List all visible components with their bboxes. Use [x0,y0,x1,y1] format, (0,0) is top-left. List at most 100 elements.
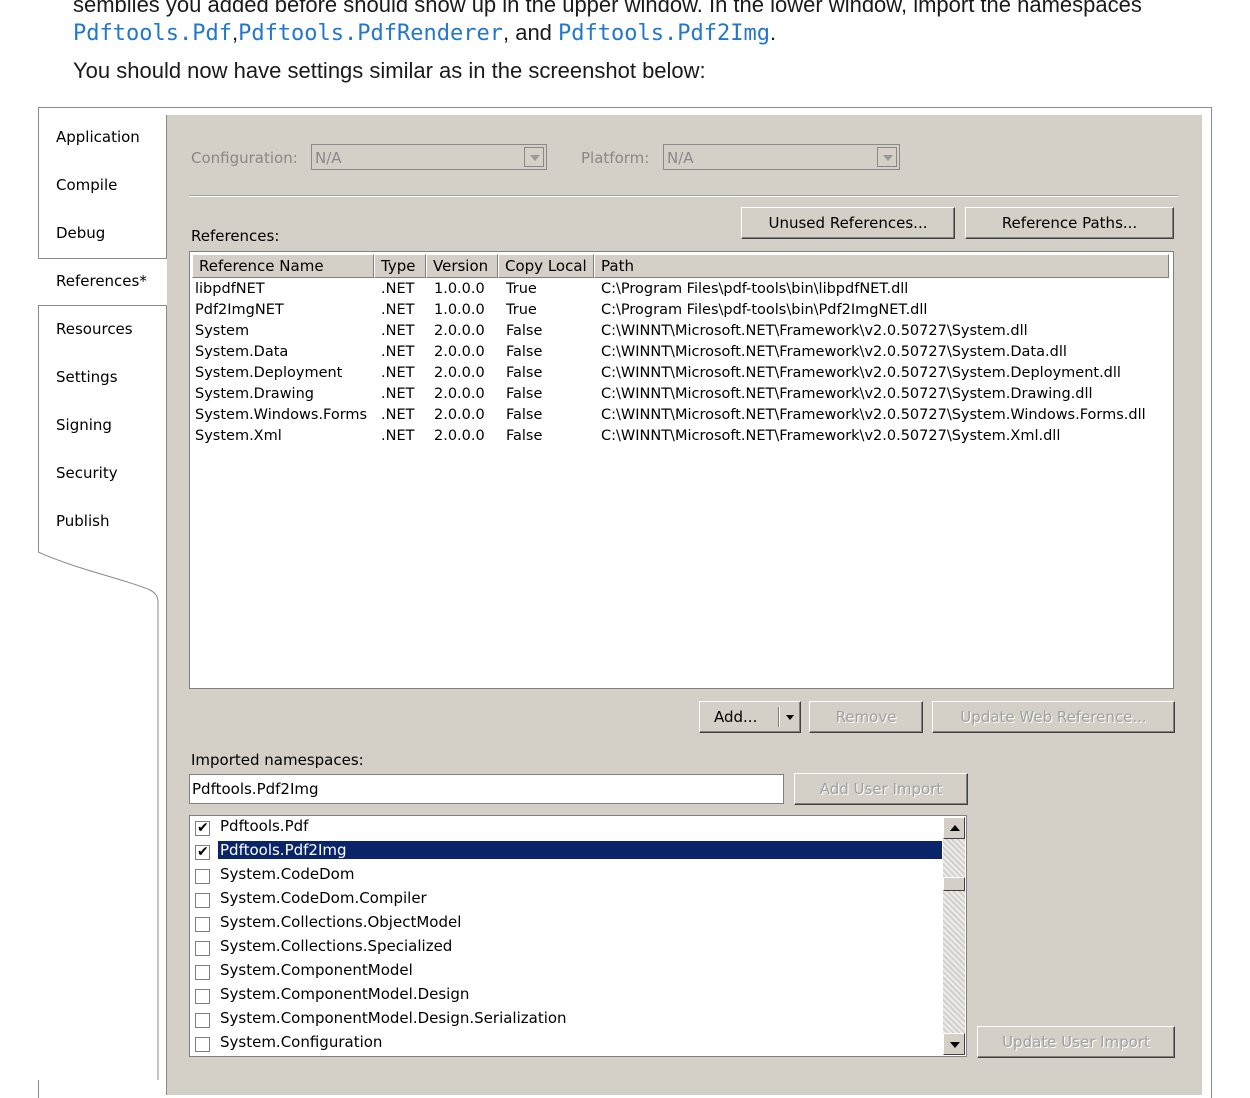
chevron-down-icon[interactable] [786,715,794,720]
namespace-checkbox[interactable]: ✔ [195,820,210,836]
configuration-combo[interactable]: N/A [311,144,547,170]
ref-type-cell: .NET [381,386,415,402]
table-row[interactable]: System.Data .NET 2.0.0.0 False C:\WINNT\Micr… [190,344,1170,365]
namespace-checkbox[interactable] [195,989,210,1004]
ref-path-cell: C:\WINNT\Microsoft.NET\Framework\v2.0.50… [601,407,1146,423]
list-item[interactable]: System.Collections.ObjectModel [192,912,942,936]
tab-security[interactable]: Security [56,464,118,482]
unused-references-button[interactable]: Unused References... [741,207,955,239]
ref-path-cell: C:\Program Files\pdf-tools\bin\Pdf2ImgNE… [601,302,928,318]
tab-resources[interactable]: Resources [56,320,133,338]
imported-namespaces-list[interactable]: ✔ Pdftools.Pdf ✔ Pdftools.Pdf2Img System.Cod… [189,815,967,1057]
doc-and: , and [502,20,552,45]
vertical-scrollbar[interactable] [943,817,965,1055]
list-item[interactable]: System.ComponentModel.Design.Serializati… [192,1008,942,1032]
column-copy-local[interactable]: Copy Local [498,254,594,278]
split-divider [778,707,780,727]
ref-type-cell: .NET [381,323,415,339]
ref-path-cell: C:\WINNT\Microsoft.NET\Framework\v2.0.50… [601,323,1028,339]
table-row[interactable]: System.Drawing .NET 2.0.0.0 False C:\WINNT\M… [190,386,1170,407]
platform-value: N/A [667,149,694,167]
namespace-checkbox[interactable] [195,1013,210,1028]
doc-line-3: You should now have settings similar as … [73,58,706,83]
namespace-label: System.Collections.Specialized [220,937,453,955]
table-row[interactable]: System.Xml .NET 2.0.0.0 False C:\WINNT\Micro… [190,428,1170,449]
ref-copylocal-cell: False [506,407,543,423]
namespace-checkbox[interactable] [195,893,210,908]
column-path[interactable]: Path [594,254,1169,278]
namespace-checkbox[interactable] [195,965,210,980]
ref-copylocal-cell: False [506,344,543,360]
namespace-checkbox[interactable] [195,941,210,956]
ref-version-cell: 2.0.0.0 [434,365,485,381]
namespace-label: System.ComponentModel.Design [220,985,470,1003]
table-row[interactable]: Pdf2ImgNET .NET 1.0.0.0 True C:\Program File… [190,302,1170,323]
tab-settings[interactable]: Settings [56,368,118,386]
remove-button[interactable]: Remove [809,701,923,733]
scroll-down-button[interactable] [943,1033,965,1055]
tab-compile[interactable]: Compile [56,176,117,194]
tab-application[interactable]: Application [56,128,140,146]
ref-name-cell: Pdf2ImgNET [195,302,284,318]
update-web-reference-button[interactable]: Update Web Reference... [932,701,1175,733]
namespace-checkbox[interactable] [195,1037,210,1052]
ref-name-cell: libpdfNET [195,281,265,297]
namespace-label: Pdftools.Pdf2Img [217,840,943,860]
tab-signing[interactable]: Signing [56,416,112,434]
table-row[interactable]: System .NET 2.0.0.0 False C:\WINNT\Microsoft… [190,323,1170,344]
column-version[interactable]: Version [426,254,498,278]
list-item[interactable]: System.CodeDom [192,864,942,888]
references-label: References: [191,227,280,245]
list-item[interactable]: ✔ Pdftools.Pdf2Img [192,840,943,864]
tab-debug[interactable]: Debug [56,224,105,242]
ref-name-cell: System.Deployment [195,365,343,381]
namespace-label: System.Configuration [220,1033,383,1051]
list-item[interactable]: System.CodeDom.Compiler [192,888,942,912]
platform-label: Platform: [581,149,650,167]
table-row[interactable]: libpdfNET .NET 1.0.0.0 True C:\Program Files… [190,281,1170,302]
ns-renderer-code: Pdftools.PdfRenderer [238,21,503,46]
scroll-up-button[interactable] [943,817,965,839]
table-row[interactable]: System.Deployment .NET 2.0.0.0 False C:\WINN… [190,365,1170,386]
references-list[interactable]: Reference Name Type Version Copy Local P… [189,251,1174,689]
list-item[interactable]: System.Collections.Specialized [192,936,942,960]
namespace-checkbox[interactable] [195,869,210,884]
ref-version-cell: 2.0.0.0 [434,323,485,339]
ns-pdf-code: Pdftools.Pdf [73,21,232,46]
doc-line-1: semblies you added before should show up… [73,0,1142,17]
arrow-down-icon [950,1042,960,1048]
column-reference-name[interactable]: Reference Name [192,254,374,278]
list-item[interactable]: System.ComponentModel.Design [192,984,942,1008]
tab-references[interactable]: References* [56,272,147,290]
scroll-thumb[interactable] [943,877,965,891]
add-user-import-button[interactable]: Add User Import [794,773,968,805]
list-item[interactable]: System.Configuration [192,1032,942,1056]
update-user-import-button[interactable]: Update User Import [977,1026,1175,1058]
checkmark-icon: ✔ [197,844,209,860]
namespace-checkbox[interactable] [195,917,210,932]
ref-version-cell: 2.0.0.0 [434,407,485,423]
list-item[interactable]: System.ComponentModel [192,960,942,984]
ref-path-cell: C:\WINNT\Microsoft.NET\Framework\v2.0.50… [601,365,1121,381]
reference-paths-button[interactable]: Reference Paths... [965,207,1174,239]
add-reference-button[interactable]: Add... [699,701,801,733]
ref-name-cell: System.Xml [195,428,282,444]
namespace-label: System.ComponentModel [220,961,413,979]
import-namespace-input[interactable]: Pdftools.Pdf2Img [189,774,784,804]
namespace-checkbox[interactable]: ✔ [195,844,210,860]
list-item[interactable]: ✔ Pdftools.Pdf [192,816,942,840]
doc-period: . [769,20,777,45]
platform-combo[interactable]: N/A [663,144,900,170]
namespace-label: System.CodeDom.Compiler [220,889,427,907]
imported-namespaces-label: Imported namespaces: [191,751,364,769]
tab-column: Application Compile Debug References* Re… [38,107,166,1097]
column-type[interactable]: Type [374,254,426,278]
ref-path-cell: C:\WINNT\Microsoft.NET\Framework\v2.0.50… [601,428,1061,444]
tab-publish[interactable]: Publish [56,512,109,530]
arrow-up-icon [950,825,960,831]
ref-path-cell: C:\Program Files\pdf-tools\bin\libpdfNET… [601,281,909,297]
table-row[interactable]: System.Windows.Forms .NET 2.0.0.0 False C:\W… [190,407,1170,428]
configuration-label: Configuration: [191,149,298,167]
doc-line-2: Pdftools.Pdf,Pdftools.PdfRenderer, and P… [73,20,776,46]
separator [189,195,1178,197]
